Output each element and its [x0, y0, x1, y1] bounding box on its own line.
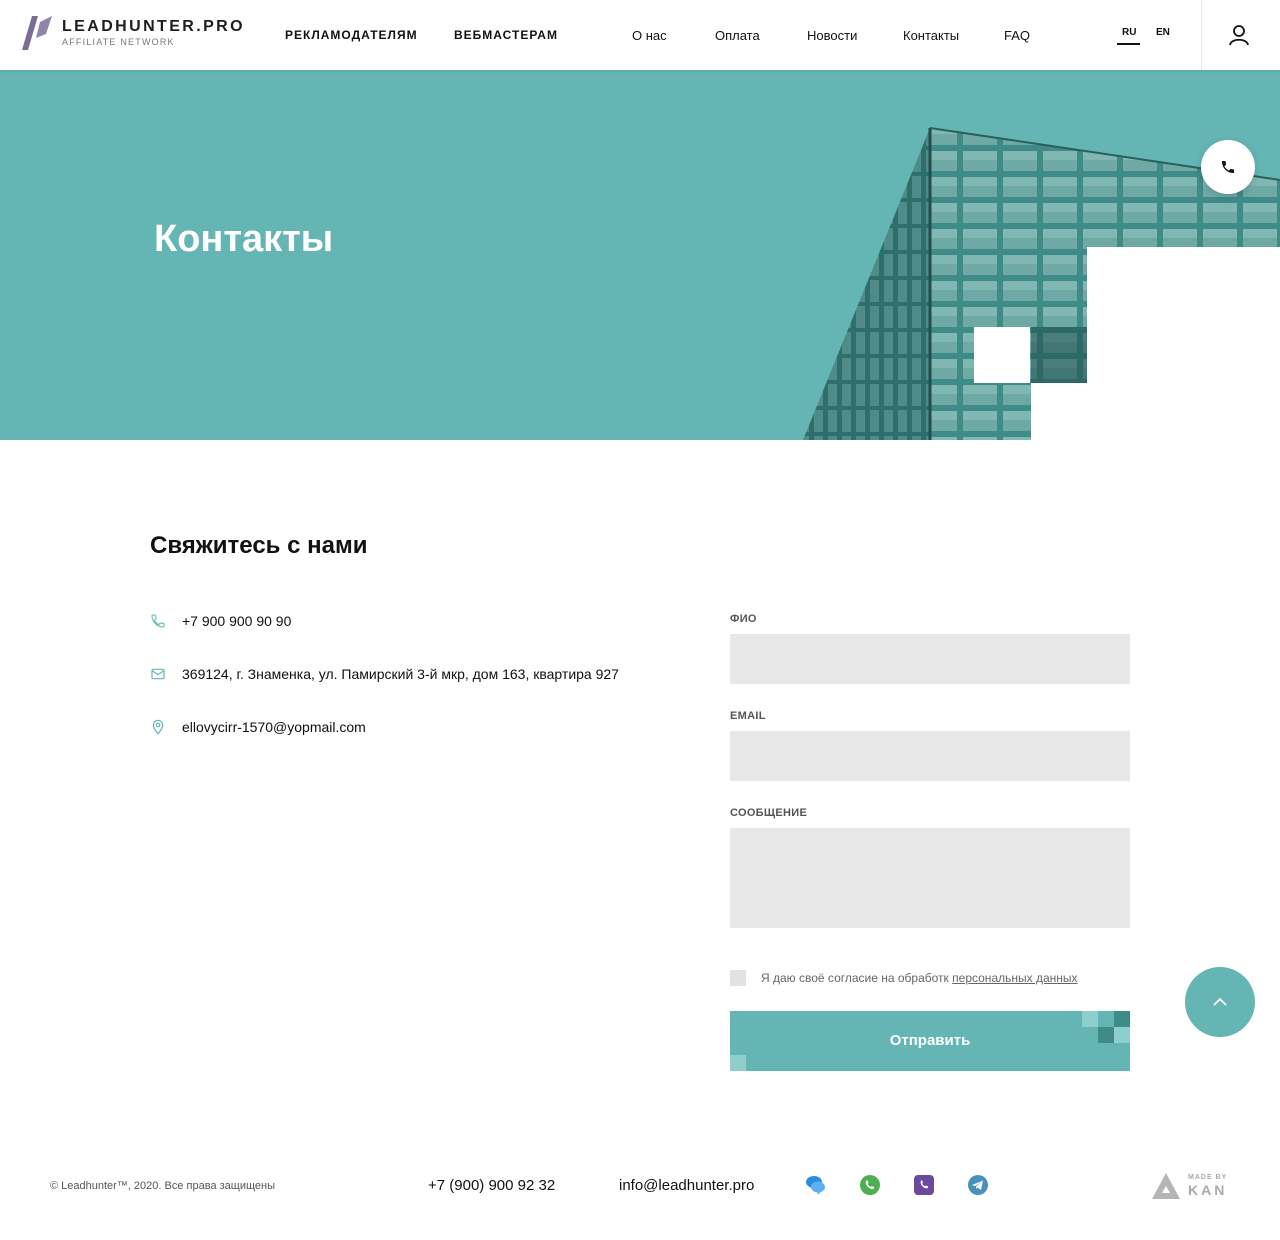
privacy-link[interactable]: персональных данных	[952, 971, 1077, 985]
logo-title: LEADHUNTER.PRO	[62, 18, 245, 35]
contact-address: 369124, г. Знаменка, ул. Памирский 3-й м…	[150, 666, 619, 682]
telegram-icon[interactable]	[967, 1174, 989, 1196]
nav-faq[interactable]: FAQ	[1004, 28, 1030, 43]
made-by-label: MADE BY	[1188, 1174, 1228, 1181]
chevron-up-icon	[1213, 997, 1227, 1006]
user-icon[interactable]	[1228, 24, 1250, 46]
name-label: ФИО	[730, 613, 757, 625]
kan-logo-icon	[1152, 1173, 1180, 1199]
message-label: СООБЩЕНИЕ	[730, 807, 808, 819]
site-header: LEADHUNTER.PRO AFFILIATE NETWORK РЕКЛАМО…	[0, 0, 1280, 70]
made-by-name: KAN	[1188, 1182, 1228, 1198]
section-title: Свяжитесь с нами	[150, 532, 368, 559]
email-input[interactable]	[730, 731, 1130, 781]
viber-icon[interactable]	[913, 1174, 935, 1196]
consent-checkbox[interactable]	[730, 970, 746, 986]
contact-phone[interactable]: +7 900 900 90 90	[150, 613, 291, 629]
lang-en[interactable]: EN	[1156, 27, 1170, 38]
header-divider	[1201, 0, 1202, 70]
contact-address-text: 369124, г. Знаменка, ул. Памирский 3-й м…	[182, 666, 619, 682]
decor-square	[1114, 1011, 1130, 1027]
contact-phone-text: +7 900 900 90 90	[182, 613, 292, 629]
nav-webmasters[interactable]: ВЕБМАСТЕРАМ	[454, 28, 558, 42]
hero-banner: Контакты	[0, 70, 1280, 440]
consent-label: Я даю своё согласие на обработк	[761, 971, 949, 985]
nav-advertisers[interactable]: РЕКЛАМОДАТЕЛЯМ	[285, 28, 418, 42]
location-pin-icon	[152, 719, 164, 735]
consent-text: Я даю своё согласие на обработк персонал…	[761, 971, 1078, 985]
contact-email[interactable]: ellovycirr-1570@yopmail.com	[150, 719, 366, 735]
made-by-kan[interactable]: MADE BY KAN	[1152, 1172, 1232, 1200]
email-label: EMAIL	[730, 710, 766, 722]
footer-copyright: © Leadhunter™, 2020. Все права защищены	[50, 1180, 275, 1192]
whatsapp-icon[interactable]	[859, 1174, 881, 1196]
phone-icon	[1222, 161, 1234, 173]
nav-news[interactable]: Новости	[807, 28, 857, 43]
name-input[interactable]	[730, 634, 1130, 684]
lang-ru[interactable]: RU	[1122, 27, 1136, 38]
contact-email-text: ellovycirr-1570@yopmail.com	[182, 719, 366, 735]
decor-square	[1082, 1011, 1098, 1027]
footer-phone[interactable]: +7 (900) 900 92 32	[428, 1177, 555, 1194]
chat-icon[interactable]	[805, 1174, 827, 1196]
decor-square	[730, 1055, 746, 1071]
decor-square	[1098, 1011, 1114, 1027]
logo-mark-icon	[22, 16, 52, 50]
mail-icon	[151, 668, 165, 680]
lang-active-indicator	[1117, 43, 1140, 45]
message-textarea[interactable]	[730, 828, 1130, 928]
footer-email[interactable]: info@leadhunter.pro	[619, 1177, 754, 1194]
submit-button[interactable]: Отправить	[730, 1011, 1130, 1071]
logo[interactable]: LEADHUNTER.PRO AFFILIATE NETWORK	[22, 16, 245, 50]
call-button[interactable]	[1201, 140, 1255, 194]
submit-label: Отправить	[889, 1032, 971, 1049]
scroll-top-button[interactable]	[1185, 967, 1255, 1037]
nav-contacts[interactable]: Контакты	[903, 28, 959, 43]
page-title: Контакты	[154, 218, 334, 260]
nav-payment[interactable]: Оплата	[715, 28, 760, 43]
logo-subtitle: AFFILIATE NETWORK	[62, 37, 175, 47]
phone-icon	[151, 614, 165, 628]
nav-about[interactable]: О нас	[632, 28, 667, 43]
